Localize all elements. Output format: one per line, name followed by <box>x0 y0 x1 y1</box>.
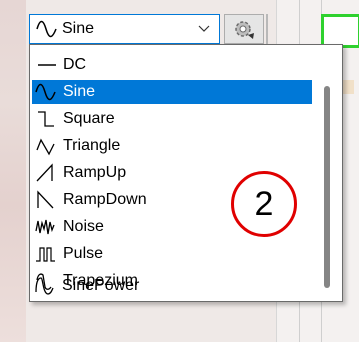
sine-wave-icon <box>35 83 56 101</box>
ramp-down-icon <box>37 190 54 209</box>
chevron-down-icon[interactable] <box>197 22 211 36</box>
pulse-icon <box>36 247 55 262</box>
settings-button[interactable] <box>224 14 264 44</box>
waveform-selected-value: Sine <box>62 20 95 37</box>
dropdown-scrollbar[interactable] <box>324 86 330 288</box>
list-item-label: RampDown <box>63 191 147 208</box>
list-item-sine[interactable]: Sine <box>32 80 312 104</box>
waveform-dropdown-list: DC Sine Square Triangle RampUp RampDown <box>29 44 343 302</box>
list-item-label: Triangle <box>63 137 121 154</box>
list-item-triangle[interactable]: Triangle <box>32 134 312 158</box>
sine-wave-icon <box>36 20 57 38</box>
list-item-sinepower-visible[interactable]: SinePower <box>31 274 311 298</box>
ramp-up-icon <box>36 163 53 182</box>
list-item-pulse[interactable]: Pulse <box>32 242 312 266</box>
noise-icon <box>35 219 55 235</box>
sine-power-icon <box>35 277 54 295</box>
list-item-label: Sine <box>63 83 96 100</box>
annotation-badge: 2 <box>231 171 297 237</box>
waveform-select[interactable]: Sine <box>29 14 220 44</box>
list-item-label: DC <box>63 56 87 73</box>
background-left <box>0 0 26 342</box>
list-item-label: SinePower <box>62 277 140 294</box>
toolbar-divider <box>266 14 268 44</box>
green-indicator <box>321 14 359 48</box>
gear-icon <box>235 21 254 39</box>
list-item-label: Pulse <box>63 245 104 262</box>
list-item-square[interactable]: Square <box>32 107 312 131</box>
list-item-dc[interactable]: DC <box>32 53 312 77</box>
list-item-label: Square <box>63 110 115 127</box>
list-item-label: Noise <box>63 218 104 235</box>
list-item-label: RampUp <box>63 164 127 181</box>
triangle-wave-icon <box>36 138 55 156</box>
dc-icon <box>38 64 56 66</box>
square-wave-icon <box>38 111 54 127</box>
